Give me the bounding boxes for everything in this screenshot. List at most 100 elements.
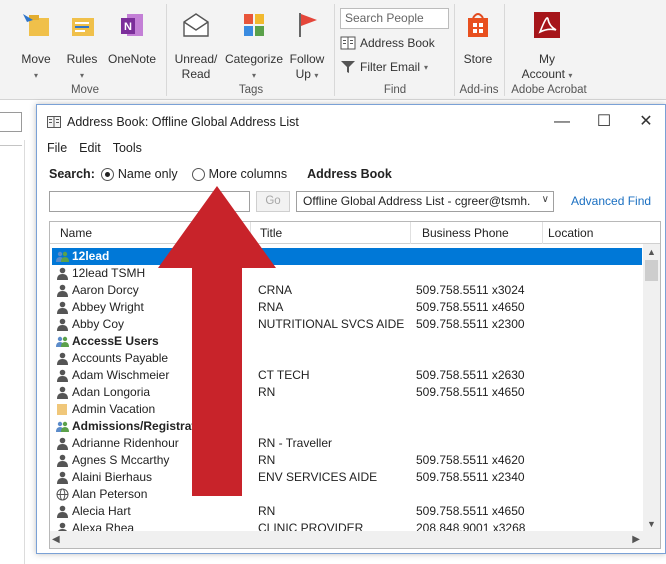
table-row[interactable]: AccessE Users [52, 333, 642, 350]
red-arrow-annotation [158, 186, 276, 496]
table-row[interactable]: Adam Wischmeier CT TECH 509.758.5511 x2630 [52, 367, 642, 384]
find-group-label: Find [383, 84, 407, 96]
store-label: Store [463, 52, 493, 66]
left-pane-fragment [0, 100, 36, 564]
table-row[interactable]: Abby Coy NUTRITIONAL SVCS AIDE 509.758.551… [52, 316, 642, 333]
row-phone: 509.758.5511 x3024 [416, 283, 525, 297]
column-header: Name Title Business Phone Location [50, 222, 660, 244]
move-group-label: Move [70, 84, 100, 96]
minimize-button[interactable]: — [547, 110, 577, 134]
filter-email-button[interactable]: Filter Email ▾ [340, 58, 428, 76]
column-separator[interactable] [410, 222, 411, 244]
table-row[interactable]: 12lead [52, 248, 642, 265]
person-icon [57, 454, 68, 467]
left-pane-box[interactable] [0, 112, 22, 132]
close-button[interactable]: ✕ [631, 110, 661, 134]
radio-name-only-label[interactable]: Name only [118, 167, 178, 181]
dialog-titlebar[interactable]: Address Book: Offline Global Address Lis… [37, 105, 665, 139]
row-name: Abbey Wright [72, 300, 144, 314]
acrobat-group-label: Adobe Acrobat [511, 84, 587, 96]
store-button[interactable]: Store [456, 4, 500, 82]
search-people-input[interactable]: Search People [340, 8, 449, 29]
table-row[interactable]: Alaini Bierhaus ENV SERVICES AIDE 509.758.… [52, 469, 642, 486]
unread-read-button[interactable]: Unread/Read [170, 4, 222, 82]
address-book-select[interactable]: Offline Global Address List - cgreer@tsm… [296, 191, 554, 212]
table-row[interactable]: 12lead TSMH [52, 265, 642, 282]
advanced-find-link[interactable]: Advanced Find [571, 194, 651, 208]
address-book-label: Address Book [360, 36, 435, 50]
horizontal-scrollbar[interactable]: ◀ ▶ [50, 531, 660, 548]
menu-file[interactable]: File [47, 141, 67, 155]
my-label: My [539, 52, 555, 66]
onenote-button[interactable]: N OneNote [104, 4, 160, 82]
follow-up-button[interactable]: Follow Up ▾ [286, 4, 328, 82]
row-name: Adan Longoria [72, 385, 151, 399]
table-row[interactable]: Accounts Payable [52, 350, 642, 367]
column-separator[interactable] [542, 222, 543, 244]
search-options: Search: Name only More columns Address B… [49, 167, 392, 181]
filter-icon [341, 61, 355, 73]
radio-more-columns-label[interactable]: More columns [209, 167, 288, 181]
table-row[interactable]: Agnes S Mccarthy RN 509.758.5511 x4620 [52, 452, 642, 469]
categorize-button[interactable]: Categorize ▾ [222, 4, 286, 82]
move-icon [23, 14, 49, 36]
table-row[interactable]: Adan Longoria RN 509.758.5511 x4650 [52, 384, 642, 401]
column-location[interactable]: Location [548, 226, 593, 240]
person-icon [57, 318, 68, 331]
menu-tools[interactable]: Tools [113, 141, 142, 155]
column-business-phone[interactable]: Business Phone [422, 226, 509, 240]
rules-button[interactable]: Rules ▾ [62, 4, 102, 82]
table-row[interactable]: Aaron Dorcy CRNA 509.758.5511 x3024 [52, 282, 642, 299]
account-label: Account [521, 67, 565, 81]
table-row[interactable]: Adrianne Ridenhour RN - Traveller [52, 435, 642, 452]
scroll-up-icon[interactable]: ▲ [643, 244, 660, 260]
table-row[interactable]: Alecia Hart RN 509.758.5511 x4650 [52, 503, 642, 520]
person-icon [57, 471, 68, 484]
row-name: Adam Wischmeier [72, 368, 170, 382]
left-pane-border [24, 140, 25, 564]
globe-icon [56, 488, 69, 501]
row-name: Alaini Bierhaus [72, 470, 153, 484]
group-separator [166, 4, 167, 96]
vertical-scrollbar[interactable]: ▲ ▼ [643, 244, 660, 532]
radio-more-columns[interactable] [191, 167, 205, 181]
my-account-button[interactable]: My Account ▾ [512, 4, 582, 82]
store-icon [468, 13, 488, 37]
search-label: Search: [49, 167, 95, 181]
person-icon [57, 437, 68, 450]
group-separator [504, 4, 505, 96]
addins-group-label: Add-ins [459, 84, 499, 96]
table-row[interactable]: Alan Peterson [52, 486, 642, 503]
person-icon [57, 386, 68, 399]
row-title: RN [258, 504, 276, 518]
row-name: Alecia Hart [72, 504, 131, 518]
row-name: AccessE Users [72, 334, 159, 348]
scroll-left-icon[interactable]: ◀ [52, 531, 60, 548]
scroll-right-icon[interactable]: ▶ [632, 531, 640, 548]
menu-edit[interactable]: Edit [79, 141, 101, 155]
row-phone: 509.758.5511 x4650 [416, 300, 525, 314]
column-name[interactable]: Name [60, 226, 92, 240]
scroll-down-icon[interactable]: ▼ [643, 516, 660, 532]
acrobat-icon [534, 12, 560, 38]
address-book-label: Address Book [307, 167, 392, 181]
envelope-icon [183, 13, 209, 37]
radio-name-only[interactable] [100, 167, 114, 181]
tags-group-label: Tags [238, 84, 264, 96]
table-row[interactable]: Admissions/Registration [52, 418, 642, 435]
svg-text:N: N [124, 21, 132, 33]
row-name: Alan Peterson [72, 487, 148, 501]
move-button[interactable]: Move ▾ [14, 4, 58, 82]
unread-label: Unread/ [174, 52, 218, 66]
table-row[interactable]: Admin Vacation [52, 401, 642, 418]
row-name: Accounts Payable [72, 351, 169, 365]
row-name: Aaron Dorcy [72, 283, 139, 297]
person-icon [57, 505, 68, 518]
scroll-thumb[interactable] [645, 260, 658, 281]
address-book-button[interactable]: Address Book [340, 34, 435, 52]
maximize-button[interactable]: ☐ [589, 110, 619, 134]
group-separator [454, 4, 455, 96]
left-pane-divider [0, 138, 22, 146]
table-row[interactable]: Abbey Wright RNA 509.758.5511 x4650 [52, 299, 642, 316]
categorize-label: Categorize [224, 52, 284, 66]
